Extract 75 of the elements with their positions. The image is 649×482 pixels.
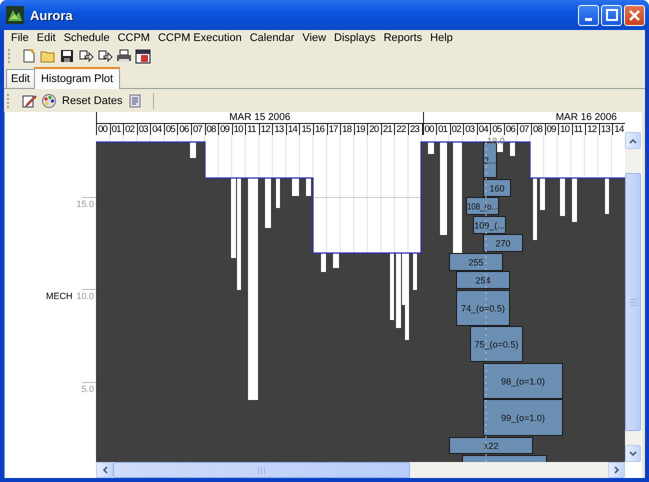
resource-label: MECH bbox=[46, 291, 72, 301]
palette-icon bbox=[41, 92, 57, 108]
scrollbar-thumb[interactable] bbox=[113, 462, 410, 478]
tab[interactable]: Histogram Plot bbox=[34, 67, 120, 89]
caret-down-icon bbox=[628, 450, 638, 458]
scrollbar-thumb[interactable] bbox=[625, 173, 641, 431]
task-bar[interactable]: 109_(... bbox=[473, 216, 506, 234]
close-button[interactable] bbox=[624, 4, 645, 26]
menu-item[interactable]: Help bbox=[426, 32, 457, 44]
date-label: MAR 16 2006 bbox=[424, 112, 625, 124]
date-label: MAR 15 2006 bbox=[97, 112, 423, 124]
maximize-button[interactable] bbox=[601, 4, 622, 26]
histogram-bar bbox=[292, 178, 299, 196]
task-bar[interactable]: 74_(o=0.5) bbox=[456, 290, 510, 326]
histogram-bar bbox=[333, 253, 339, 268]
logo-icon bbox=[6, 6, 24, 24]
histogram-bar bbox=[428, 142, 434, 154]
menu-item[interactable]: CCPM bbox=[114, 32, 154, 44]
menu-item[interactable]: View bbox=[298, 32, 330, 44]
menu-item[interactable]: Reports bbox=[380, 32, 426, 44]
menu-item[interactable]: Calendar bbox=[246, 32, 298, 44]
caret-right-icon bbox=[612, 465, 620, 475]
menu-item[interactable]: CCPM Execution bbox=[154, 32, 246, 44]
grip-icon bbox=[258, 466, 265, 474]
calendar-icon[interactable] bbox=[135, 48, 151, 64]
axis-label: 5.0 bbox=[81, 384, 94, 394]
notes-button[interactable] bbox=[126, 92, 143, 108]
task-bar[interactable]: 98_(o=1.0) bbox=[483, 363, 563, 399]
caret-left-icon bbox=[100, 465, 108, 475]
reset-dates-button[interactable]: Reset Dates bbox=[41, 92, 123, 108]
edit-button[interactable] bbox=[21, 92, 37, 108]
menu-item[interactable]: Schedule bbox=[60, 32, 114, 44]
close-icon bbox=[629, 10, 640, 20]
histogram-bar bbox=[190, 142, 196, 158]
axis-label: 10.0 bbox=[76, 291, 94, 301]
caret-up-icon bbox=[628, 136, 638, 144]
histogram-bar bbox=[413, 253, 417, 290]
minimize-icon bbox=[585, 18, 592, 20]
task-bar[interactable]: 255 bbox=[449, 253, 503, 271]
pencil-icon bbox=[21, 92, 37, 108]
arrow-icon[interactable] bbox=[78, 48, 94, 64]
save-icon[interactable] bbox=[59, 48, 75, 64]
histogram-bar bbox=[572, 178, 577, 222]
histogram-bar bbox=[265, 178, 271, 228]
histogram-bar bbox=[560, 178, 565, 216]
histogram-bar bbox=[390, 253, 394, 320]
document-icon bbox=[126, 92, 143, 108]
task-bar[interactable]: 270 bbox=[483, 234, 523, 252]
menu-item[interactable]: Edit bbox=[32, 32, 60, 44]
minimize-button[interactable] bbox=[578, 4, 599, 26]
scroll-down-button[interactable] bbox=[625, 445, 641, 462]
printer-icon[interactable] bbox=[116, 48, 132, 64]
grip-icon bbox=[630, 298, 636, 306]
axis-label: 15.0 bbox=[76, 199, 94, 209]
scroll-right-button[interactable] bbox=[608, 462, 625, 478]
scroll-up-button[interactable] bbox=[625, 132, 641, 149]
menu-item[interactable]: File bbox=[7, 32, 33, 44]
histogram-bar bbox=[510, 142, 515, 156]
scroll-left-button[interactable] bbox=[96, 462, 113, 478]
histogram-bar bbox=[306, 178, 311, 196]
histogram-bar bbox=[276, 178, 280, 208]
menu-item[interactable]: Displays bbox=[330, 32, 380, 44]
window-title: Aurora bbox=[30, 8, 74, 22]
task-bar[interactable]: 99_(o=1.0) bbox=[483, 399, 563, 436]
arrow-icon[interactable] bbox=[97, 48, 113, 64]
tab[interactable]: Edit bbox=[6, 69, 35, 88]
task-bar[interactable]: 254 bbox=[456, 271, 510, 289]
task-bar[interactable]: 75_(o=0.5) bbox=[470, 326, 523, 362]
histogram-bar bbox=[540, 178, 545, 210]
histogram-bar bbox=[533, 178, 537, 240]
maximize-icon bbox=[606, 9, 618, 21]
histogram-bar bbox=[321, 253, 326, 272]
new-file-icon[interactable] bbox=[21, 48, 37, 64]
histogram-bar bbox=[605, 178, 609, 214]
task-bar[interactable]: 160 bbox=[483, 179, 511, 197]
